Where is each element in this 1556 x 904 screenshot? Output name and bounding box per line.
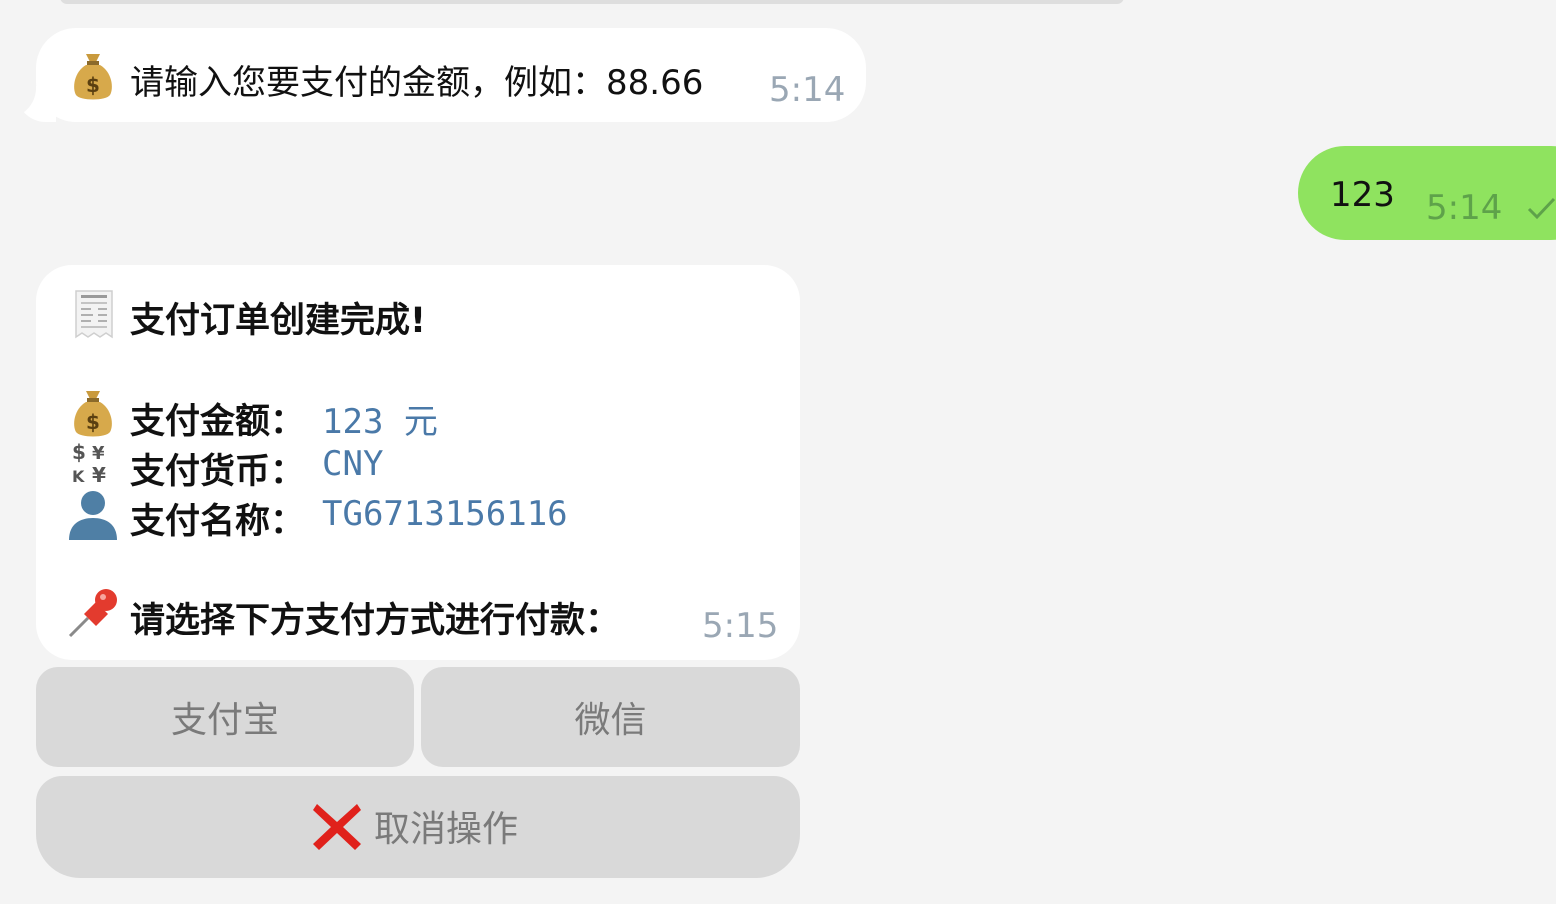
name-label: 支付名称： [130,502,306,542]
cancel-button-label: 取消操作 [374,809,519,850]
message-time: 5:15 [702,606,779,646]
svg-text:$: $ [86,410,100,434]
name-value: TG6713156116 [322,494,568,534]
currency-exchange-icon: $ ¥ K ¥ [72,440,106,486]
svg-text:$: $ [72,440,86,464]
money-bag-icon: $ [74,391,112,437]
svg-text:¥: ¥ [92,463,106,486]
currency-label: 支付货币： [130,452,306,492]
wechat-button-label: 微信 [574,700,647,741]
amount-label: 支付金额： [130,402,306,442]
cross-mark-icon [313,804,361,850]
amount-value: 123 元 [322,402,438,442]
pushpin-icon [68,589,117,638]
svg-text:$: $ [86,73,100,97]
order-title: 支付订单创建完成! [130,301,426,341]
svg-text:K: K [72,467,85,486]
message-time: 5:14 [1426,188,1503,228]
check-icon [1527,197,1556,220]
alipay-button[interactable]: 支付宝 [36,667,414,767]
message-text: 请输入您要支付的金额，例如：88.66 [130,63,704,103]
currency-value: CNY [322,444,384,484]
wechat-button[interactable]: 微信 [421,667,800,767]
message-text: 123 [1330,175,1395,215]
alipay-button-label: 支付宝 [170,700,279,741]
message-time: 5:14 [769,70,846,110]
money-bag-icon: $ [74,54,112,100]
previous-message-edge [60,0,1124,4]
svg-text:¥: ¥ [92,443,105,464]
receipt-icon [75,290,113,339]
payment-prompt: 请选择下方支付方式进行付款： [130,601,621,641]
user-silhouette-icon [69,491,117,540]
